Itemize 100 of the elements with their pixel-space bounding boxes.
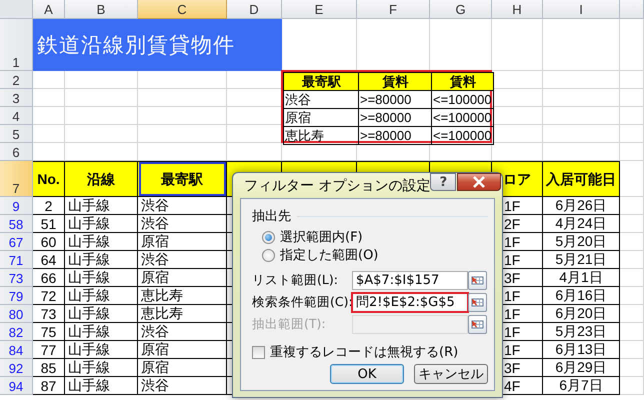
table-cell: 原宿 [138,341,227,359]
table-cell: 64 [33,251,65,269]
table-cell: 原宿 [138,359,227,377]
table-cell: 山手線 [65,287,138,305]
row-header[interactable]: 80 [0,305,33,323]
table-cell: 山手線 [65,215,138,233]
table-cell: 60 [33,233,65,251]
empty-cell [620,125,644,143]
table-cell: 6月7日 [543,377,620,395]
empty-cell [620,287,644,305]
empty-cell [620,377,644,395]
table-cell: 渋谷 [138,197,227,215]
empty-cell [620,341,644,359]
row-header[interactable]: 71 [0,251,33,269]
column-header[interactable]: C [138,0,227,19]
column-header[interactable] [620,0,644,19]
range-field[interactable]: 問2!$E$2:$G$5 [352,292,468,312]
criteria-cell: 恵比寿 [283,126,359,145]
table-cell: 5月21日 [543,251,620,269]
checkbox[interactable] [252,346,265,358]
row-header[interactable]: 73 [0,269,33,287]
row-header[interactable]: 79 [0,287,33,305]
table-cell: 4月24日 [543,215,620,233]
sheet-title: 鉄道沿線別賃貸物件 [33,19,282,71]
row-header[interactable]: 67 [0,233,33,251]
table-cell: 渋谷 [138,215,227,233]
table-cell: 山手線 [65,251,138,269]
row-header[interactable]: 5 [0,125,33,143]
column-header[interactable]: I [543,0,620,19]
range-picker-icon[interactable] [468,314,487,334]
column-header[interactable]: D [227,0,282,19]
column-heading: 入居可能日 [543,161,620,197]
range-field[interactable]: $A$7:$I$157 [352,270,468,290]
row-header[interactable]: 58 [0,215,33,233]
row-header[interactable]: 6 [0,143,33,161]
empty-cell [620,107,644,125]
radio-label[interactable]: 選択範囲内(F) [280,228,363,246]
empty-cell [620,233,644,251]
table-cell: 恵比寿 [138,287,227,305]
empty-cell [620,197,644,215]
row-header[interactable]: 92 [0,359,33,377]
close-button[interactable] [457,173,502,191]
empty-cell [620,323,644,341]
dialog-title: フィルター オプションの設定 [243,176,430,194]
table-cell: 山手線 [65,269,138,287]
column-header[interactable]: B [65,0,138,19]
column-header[interactable]: G [430,0,492,19]
radio-button[interactable] [262,230,275,244]
column-header[interactable]: A [33,0,65,19]
empty-cell [620,71,644,89]
table-cell: 5月23日 [543,323,620,341]
dialog-button[interactable]: キャンセル [414,364,488,384]
table-cell: 6月26日 [543,197,620,215]
row-header[interactable]: 4 [0,107,33,125]
dialog-button[interactable]: OK [330,364,404,384]
row-header[interactable]: 94 [0,377,33,395]
row-header[interactable]: 84 [0,341,33,359]
table-cell: 51 [33,215,65,233]
empty-cell [620,269,644,287]
row-header[interactable]: 82 [0,323,33,341]
column-header[interactable]: H [492,0,543,19]
radio-button[interactable] [262,248,275,262]
table-cell: 渋谷 [138,377,227,395]
table-cell: 6月13日 [543,341,620,359]
radio-label[interactable]: 指定した範囲(O) [280,246,378,264]
group-label: 抽出先 [252,208,291,225]
table-cell: 渋谷 [138,251,227,269]
table-cell: 原宿 [138,269,227,287]
row-header[interactable]: 2 [0,71,33,89]
column-header[interactable]: E [282,0,357,19]
table-cell: 6月20日 [543,305,620,323]
table-cell: 山手線 [65,197,138,215]
empty-cell [620,251,644,269]
table-cell: 2 [33,197,65,215]
table-cell: 山手線 [65,305,138,323]
table-cell: 山手線 [65,323,138,341]
field-label: 抽出範囲(T): [252,316,327,332]
table-cell: 6月16日 [543,287,620,305]
table-cell: 5月20日 [543,233,620,251]
close-icon[interactable] [472,176,486,188]
empty-cell [620,161,644,197]
checkbox-label[interactable]: 重複するレコードは無視する(R) [270,343,458,361]
empty-cell [492,89,543,107]
row-header[interactable]: 9 [0,197,33,215]
empty-cell [620,359,644,377]
range-picker-icon[interactable] [468,292,487,312]
range-picker-icon[interactable] [468,270,487,290]
column-header[interactable]: F [357,0,430,19]
empty-cell [620,305,644,323]
table-cell: 4月1日 [543,269,620,287]
column-heading: 最寄駅 [138,161,227,197]
help-button[interactable]: ? [430,173,456,191]
table-cell: 山手線 [65,233,138,251]
table-cell: 渋谷 [138,323,227,341]
row-header[interactable]: 3 [0,89,33,107]
criteria-header: 最寄駅 [283,72,359,91]
row-header[interactable]: 1 [0,19,33,71]
table-cell: 山手線 [65,341,138,359]
row-header[interactable]: 7 [0,161,33,197]
empty-cell [492,107,543,125]
